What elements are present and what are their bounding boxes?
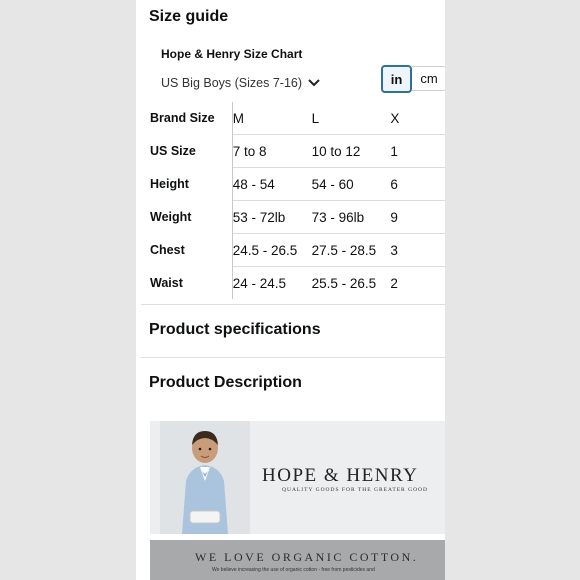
size-chart-table: Brand Size M L X US Size 7 to 8 10 to 12… [150, 102, 445, 299]
table-cell: 24.5 - 26.5 [232, 233, 312, 267]
brand-tagline: QUALITY GOODS FOR THE GREATER GOOD [282, 487, 428, 493]
table-cell: X [390, 102, 445, 135]
organic-cotton-banner: WE LOVE ORGANIC COTTON. We believe incre… [150, 540, 445, 580]
row-label-weight: Weight [150, 200, 233, 234]
unit-cm-button[interactable]: cm [412, 66, 445, 91]
table-cell: 53 - 72lb [232, 200, 312, 234]
brand-banner-image: HOPE & HENRY QUALITY GOODS FOR THE GREAT… [150, 421, 445, 534]
table-row: Weight 53 - 72lb 73 - 96lb 9 [150, 200, 445, 234]
organic-cotton-headline: WE LOVE ORGANIC COTTON. [195, 550, 419, 564]
section-divider [141, 304, 445, 305]
boy-photo-illustration [160, 421, 250, 534]
table-cell: L [311, 102, 391, 135]
table-cell: 10 to 12 [311, 134, 391, 168]
row-label-us-size: US Size [150, 134, 233, 168]
table-cell: 7 to 8 [232, 134, 312, 168]
row-label-brand-size: Brand Size [150, 102, 233, 135]
table-cell: 9 [390, 200, 445, 234]
brand-logo-text: HOPE & HENRY [262, 465, 419, 486]
row-label-chest: Chest [150, 233, 233, 267]
product-specifications-heading[interactable]: Product specifications [149, 321, 321, 339]
table-cell: 73 - 96lb [311, 200, 391, 234]
table-cell: 24 - 24.5 [232, 275, 286, 291]
table-cell: 6 [390, 167, 445, 201]
table-row: Brand Size M L X [150, 102, 445, 135]
table-row: Chest 24.5 - 26.5 27.5 - 28.5 3 [150, 233, 445, 267]
size-group-label: US Big Boys (Sizes 7-16) [161, 76, 303, 90]
table-cell: 3 [390, 233, 445, 267]
unit-toggle: in cm [381, 65, 445, 93]
table-row: Waist 24 - 24.5 25.5 - 26.5 2 [150, 266, 445, 299]
table-cell: M [232, 102, 312, 135]
size-guide-title: Size guide [149, 8, 229, 25]
row-label-height: Height [150, 167, 233, 201]
table-row: Height 48 - 54 54 - 60 6 [150, 167, 445, 201]
table-cell: 25.5 - 26.5 [311, 275, 377, 291]
table-cell: 54 - 60 [311, 167, 391, 201]
table-cell: 1 [390, 134, 445, 168]
row-label-waist: Waist [150, 266, 233, 299]
product-description-heading[interactable]: Product Description [149, 374, 302, 392]
unit-in-button[interactable]: in [381, 65, 412, 93]
table-cell: 48 - 54 [232, 167, 312, 201]
organic-cotton-subtext: We believe increasing the use of organic… [212, 567, 375, 573]
table-row: US Size 7 to 8 10 to 12 1 [150, 134, 445, 168]
table-cell: 27.5 - 28.5 [311, 233, 391, 267]
chevron-down-icon [308, 79, 320, 87]
size-guide-panel: Size guide Hope & Henry Size Chart US Bi… [136, 0, 445, 580]
size-chart-title: Hope & Henry Size Chart [161, 47, 303, 61]
table-cell: 2 [390, 275, 398, 291]
section-divider [141, 357, 445, 358]
size-group-dropdown[interactable]: US Big Boys (Sizes 7-16) [161, 76, 320, 90]
